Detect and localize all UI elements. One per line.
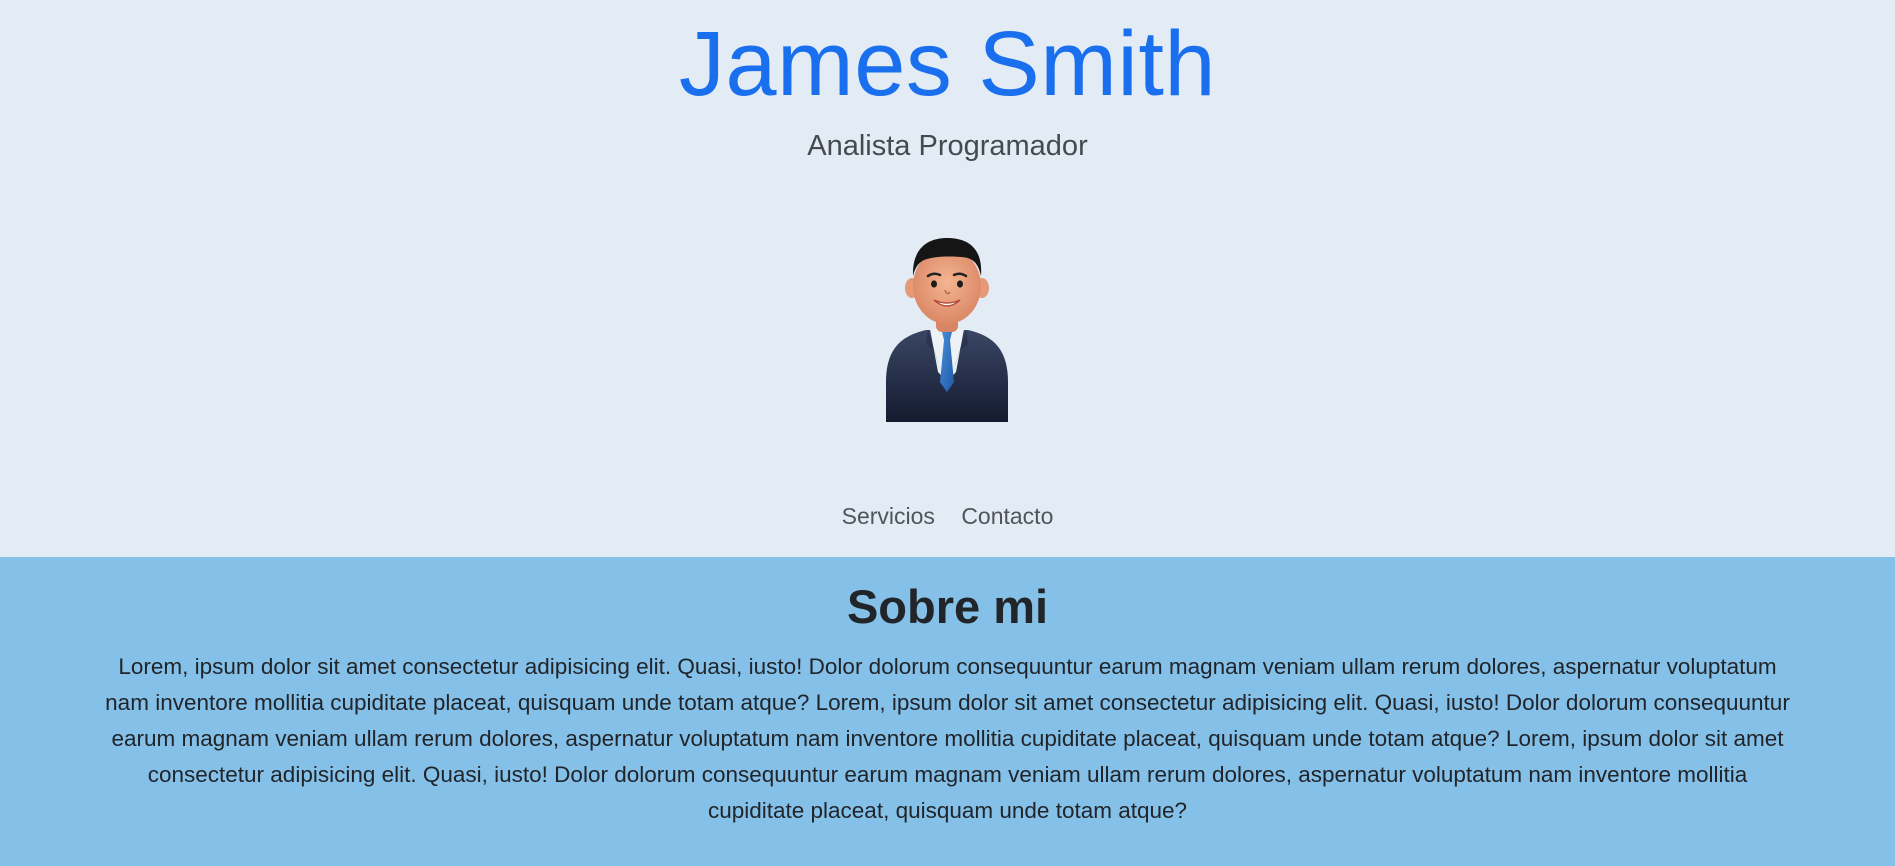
about-paragraph: Lorem, ipsum dolor sit amet consectetur … xyxy=(105,654,1790,823)
job-title: Analista Programador xyxy=(807,130,1088,162)
hero-header: James Smith Analista Programador Servici… xyxy=(0,0,1895,557)
about-heading: Sobre mi xyxy=(846,580,1049,633)
main-nav: Servicios Contacto xyxy=(0,500,1895,532)
page: James Smith Analista Programador Servici… xyxy=(0,0,1895,866)
about-section: Sobre mi Lorem, ipsum dolor sit amet con… xyxy=(0,557,1895,866)
nav-link-servicios[interactable]: Servicios xyxy=(842,500,935,532)
page-title: James Smith xyxy=(678,13,1217,115)
nav-link-contacto[interactable]: Contacto xyxy=(961,500,1053,532)
businessman-avatar-icon xyxy=(886,238,1008,422)
